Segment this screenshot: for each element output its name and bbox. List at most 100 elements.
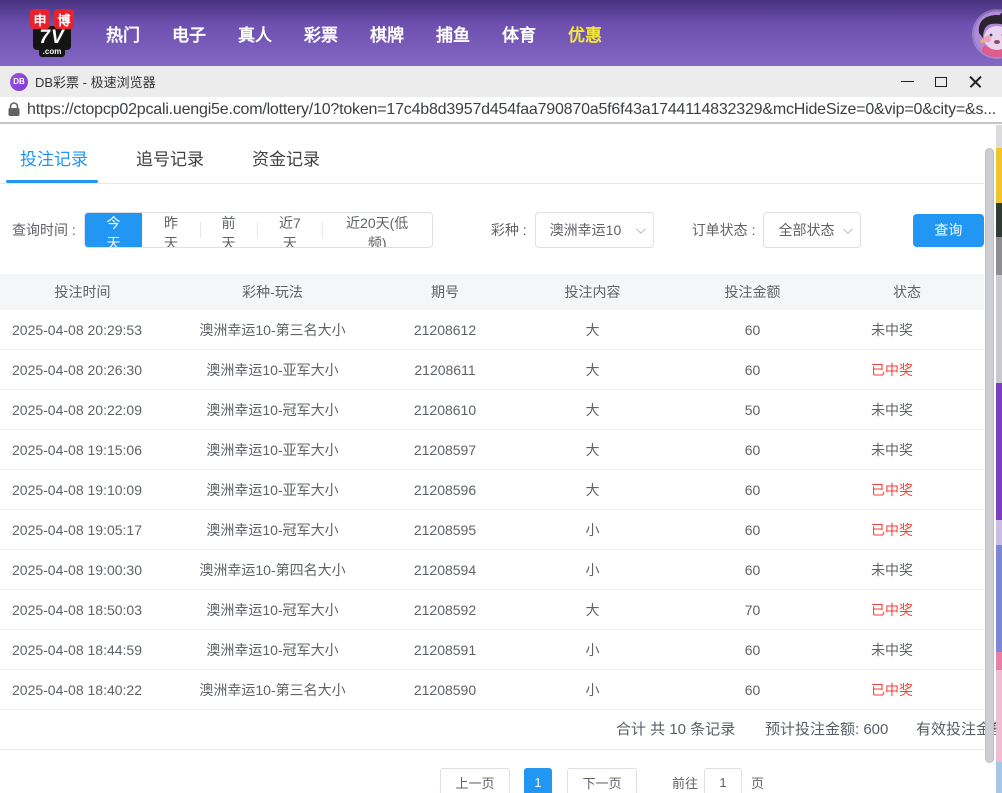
- cell-game-play: 澳洲幸运10-冠军大小: [165, 640, 380, 660]
- nav-item[interactable]: 真人: [238, 21, 272, 46]
- cell-bet-amount: 60: [675, 522, 830, 538]
- cell-bet-amount: 50: [675, 402, 830, 418]
- vertical-scrollbar[interactable]: [985, 148, 994, 763]
- cell-bet-amount: 60: [675, 442, 830, 458]
- goto-label: 前往: [672, 773, 698, 792]
- cell-bet-amount: 60: [675, 642, 830, 658]
- tab[interactable]: 资金记录: [250, 137, 322, 183]
- cell-issue-number: 21208596: [380, 482, 510, 498]
- cell-bet-time: 2025-04-08 18:50:03: [0, 602, 165, 618]
- cell-game-play: 澳洲幸运10-冠军大小: [165, 400, 380, 420]
- chevron-down-icon: [636, 224, 646, 234]
- cell-bet-amount: 60: [675, 322, 830, 338]
- url-text: https://ctopcp02pcali.uengi5e.com/lotter…: [27, 101, 996, 119]
- cell-bet-content: 大: [510, 360, 675, 380]
- cell-bet-time: 2025-04-08 20:22:09: [0, 402, 165, 418]
- cell-bet-time: 2025-04-08 19:10:09: [0, 482, 165, 498]
- cell-bet-content: 大: [510, 440, 675, 460]
- browser-app-icon: DB: [10, 73, 28, 91]
- status-filter-label: 订单状态 :: [692, 220, 756, 240]
- cell-status: 未中奖: [830, 440, 984, 460]
- cell-status: 未中奖: [830, 320, 984, 340]
- cell-bet-time: 2025-04-08 20:26:30: [0, 362, 165, 378]
- cell-issue-number: 21208595: [380, 522, 510, 538]
- cell-game-play: 澳洲幸运10-亚军大小: [165, 480, 380, 500]
- cell-bet-time: 2025-04-08 19:05:17: [0, 522, 165, 538]
- browser-titlebar: DB DB彩票 - 极速浏览器: [0, 66, 1002, 97]
- status-select-value: 全部状态: [778, 220, 834, 240]
- site-logo[interactable]: 申 博 7V .com: [22, 9, 82, 57]
- cell-bet-content: 大: [510, 600, 675, 620]
- time-filter-option[interactable]: 昨天: [142, 213, 200, 247]
- close-icon[interactable]: [958, 69, 992, 95]
- table-row: 2025-04-08 20:29:53 澳洲幸运10-第三名大小 2120861…: [0, 310, 984, 350]
- time-filter-option[interactable]: 近7天: [257, 213, 322, 247]
- nav-item[interactable]: 捕鱼: [436, 21, 470, 46]
- cell-game-play: 澳洲幸运10-冠军大小: [165, 600, 380, 620]
- cell-game-play: 澳洲幸运10-亚军大小: [165, 360, 380, 380]
- logo-domain: .com: [39, 46, 66, 57]
- minimize-icon[interactable]: [890, 69, 924, 95]
- status-select[interactable]: 全部状态: [763, 212, 860, 248]
- nav-menu: 热门 电子 真人 彩票 棋牌 捕鱼 体育 优惠: [106, 21, 602, 46]
- table-row: 2025-04-08 19:05:17 澳洲幸运10-冠军大小 21208595…: [0, 510, 984, 550]
- table-row: 2025-04-08 19:10:09 澳洲幸运10-亚军大小 21208596…: [0, 470, 984, 510]
- nav-item[interactable]: 电子: [172, 21, 206, 46]
- cell-bet-content: 小: [510, 520, 675, 540]
- column-header: 期号: [380, 282, 510, 302]
- cell-status: 已中奖: [830, 520, 984, 540]
- cell-status: 未中奖: [830, 560, 984, 580]
- cell-issue-number: 21208592: [380, 602, 510, 618]
- nav-item[interactable]: 优惠: [568, 21, 602, 46]
- lottery-filter-label: 彩种 :: [491, 220, 527, 240]
- table-row: 2025-04-08 19:15:06 澳洲幸运10-亚军大小 21208597…: [0, 430, 984, 470]
- bet-records-table: 投注时间 彩种-玩法 期号 投注内容 投注金额 状态 2025-04-08 20…: [0, 274, 984, 750]
- goto-page-input[interactable]: [704, 768, 742, 793]
- time-filter-option[interactable]: 今天: [85, 213, 143, 247]
- current-page-number[interactable]: 1: [524, 768, 552, 793]
- tab[interactable]: 投注记录: [18, 137, 90, 183]
- time-filter-option[interactable]: 前天: [200, 213, 258, 247]
- cell-bet-amount: 70: [675, 602, 830, 618]
- table-row: 2025-04-08 18:44:59 澳洲幸运10-冠军大小 21208591…: [0, 630, 984, 670]
- time-filter-option[interactable]: 近20天(低频): [322, 213, 431, 247]
- nav-item[interactable]: 体育: [502, 21, 536, 46]
- cell-bet-amount: 60: [675, 562, 830, 578]
- cell-issue-number: 21208590: [380, 682, 510, 698]
- column-header: 彩种-玩法: [165, 282, 380, 302]
- lottery-select[interactable]: 澳洲幸运10: [535, 212, 654, 248]
- cell-bet-time: 2025-04-08 18:40:22: [0, 682, 165, 698]
- search-button[interactable]: 查询: [913, 214, 984, 247]
- cell-issue-number: 21208610: [380, 402, 510, 418]
- address-bar[interactable]: https://ctopcp02pcali.uengi5e.com/lotter…: [0, 97, 1002, 124]
- maximize-icon[interactable]: [924, 69, 958, 95]
- nav-item[interactable]: 彩票: [304, 21, 338, 46]
- cell-bet-amount: 60: [675, 362, 830, 378]
- summary-row: 合计 共 10 条记录 预计投注金额: 600 有效投注金额: [0, 710, 984, 750]
- cell-bet-time: 2025-04-08 20:29:53: [0, 322, 165, 338]
- cell-bet-amount: 60: [675, 682, 830, 698]
- prev-page-button[interactable]: 上一页: [440, 768, 510, 793]
- column-header: 投注金额: [675, 282, 830, 302]
- cell-bet-content: 大: [510, 400, 675, 420]
- column-header: 状态: [830, 282, 984, 302]
- nav-item[interactable]: 热门: [106, 21, 140, 46]
- cell-status: 未中奖: [830, 400, 984, 420]
- logo-badge: 申: [30, 9, 50, 29]
- next-page-button[interactable]: 下一页: [567, 768, 637, 793]
- cell-status: 已中奖: [830, 680, 984, 700]
- column-header: 投注内容: [510, 282, 675, 302]
- cell-issue-number: 21208611: [380, 362, 510, 378]
- total-records-text: 合计 共 10 条记录: [616, 710, 735, 750]
- table-row: 2025-04-08 20:22:09 澳洲幸运10-冠军大小 21208610…: [0, 390, 984, 430]
- cell-status: 已中奖: [830, 600, 984, 620]
- column-header: 投注时间: [0, 282, 165, 302]
- nav-item[interactable]: 棋牌: [370, 21, 404, 46]
- cell-bet-content: 大: [510, 320, 675, 340]
- tab[interactable]: 追号记录: [134, 137, 206, 183]
- cell-issue-number: 21208597: [380, 442, 510, 458]
- tab-bar: 投注记录 追号记录 资金记录: [0, 137, 984, 184]
- pagination: 上一页 1 下一页 前往 页: [440, 768, 764, 793]
- cell-game-play: 澳洲幸运10-亚军大小: [165, 440, 380, 460]
- user-avatar[interactable]: [974, 11, 1002, 57]
